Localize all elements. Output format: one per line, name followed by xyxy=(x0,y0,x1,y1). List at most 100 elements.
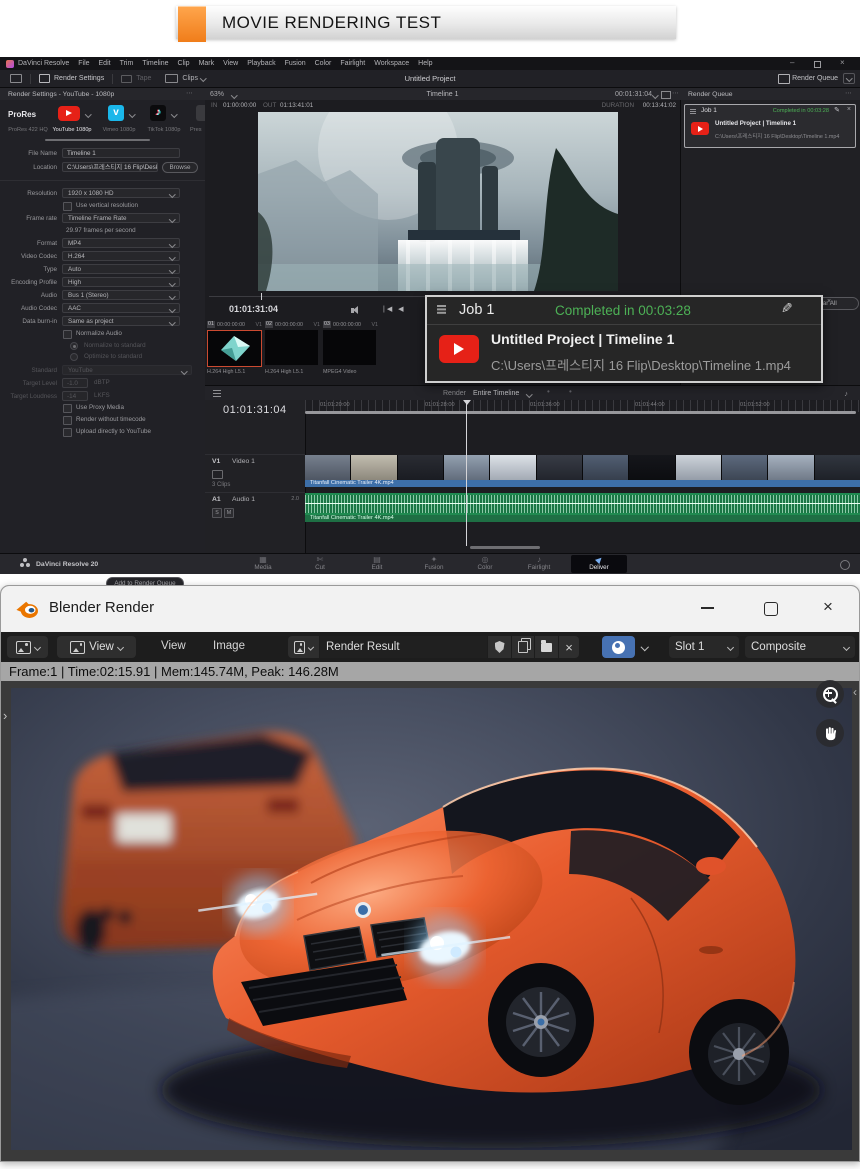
clear-all-x-icon[interactable]: × xyxy=(827,298,831,305)
optimize-standard-radio[interactable] xyxy=(70,353,78,361)
viewer-video-frame[interactable] xyxy=(258,112,618,291)
panel-toggle-chevron[interactable] xyxy=(843,73,855,84)
viewer-timeline-name[interactable]: Timeline 1 xyxy=(205,91,680,98)
preset-scrollbar[interactable] xyxy=(45,139,150,141)
transport-controls[interactable]: |◀ ◀ xyxy=(383,305,406,313)
timeline-options-icon[interactable] xyxy=(213,390,221,391)
menu-clip[interactable]: Clip xyxy=(178,60,190,67)
audio-clip-waveform[interactable] xyxy=(305,493,860,515)
tab-media[interactable]: ▦Media xyxy=(236,555,290,571)
menu-mark[interactable]: Mark xyxy=(199,60,215,67)
slot-dropdown[interactable]: Slot 1 xyxy=(669,636,739,658)
blender-close-icon[interactable]: × xyxy=(823,597,833,617)
clip-card-1[interactable]: 01 00:00:00:00 V1 H.264 High L5.1 xyxy=(207,321,262,377)
track-v1-id[interactable]: V1 xyxy=(212,458,220,465)
menu-image[interactable]: Image xyxy=(213,640,245,652)
video-codec-select[interactable]: H.264 xyxy=(62,251,180,261)
tab-deliver[interactable]: ▶Deliver xyxy=(571,555,627,573)
menu-workspace[interactable]: Workspace xyxy=(374,60,409,67)
job-edit-pencil-icon[interactable]: ✎ xyxy=(834,106,840,114)
video-clip-filmstrip[interactable] xyxy=(305,455,860,480)
tab-fusion[interactable]: ✦Fusion xyxy=(407,555,461,571)
menu-edit[interactable]: Edit xyxy=(99,60,111,67)
settings-gear-icon[interactable] xyxy=(840,560,850,570)
timeline-timecode[interactable]: 01:01:31:04 xyxy=(223,404,287,416)
youtube-icon[interactable] xyxy=(58,106,80,121)
tab-edit[interactable]: ▤Edit xyxy=(350,555,404,571)
render-result-image[interactable] xyxy=(11,688,852,1150)
audio-codec-select[interactable]: AAC xyxy=(62,303,180,313)
vertical-resolution-checkbox[interactable] xyxy=(63,202,72,211)
minimize-icon[interactable]: – xyxy=(790,58,794,67)
clip-1-thumbnail[interactable] xyxy=(207,330,262,367)
blender-minimize-icon[interactable] xyxy=(701,607,714,609)
clip-2-thumbnail[interactable] xyxy=(265,330,318,365)
preset-label-vimeo[interactable]: Vimeo 1080p xyxy=(98,127,140,133)
file-name-input[interactable]: Timeline 1 xyxy=(62,148,180,158)
normalize-standard-radio[interactable] xyxy=(70,342,78,350)
tab-cut[interactable]: ✄Cut xyxy=(293,555,347,571)
image-browse-dropdown[interactable] xyxy=(288,636,319,658)
track-a1-name[interactable]: Audio 1 xyxy=(232,496,255,503)
tab-color[interactable]: ◎Color xyxy=(458,555,512,571)
timeline-zoom-bar[interactable] xyxy=(305,411,856,414)
viewer-options-icon[interactable]: ⋯ xyxy=(672,89,679,97)
target-loudness-input[interactable]: -14 xyxy=(62,391,88,401)
preset-prores[interactable]: ProRes xyxy=(8,110,36,119)
timeline-playhead[interactable] xyxy=(466,400,467,546)
preset-label-partial[interactable]: Pres xyxy=(190,127,205,133)
framerate-select[interactable]: Timeline Frame Rate xyxy=(62,213,180,223)
track-v1-name[interactable]: Video 1 xyxy=(232,458,255,465)
resolution-select[interactable]: 1920 x 1080 HD xyxy=(62,188,180,198)
queue-options-icon[interactable]: ⋯ xyxy=(845,89,852,97)
new-image-button[interactable] xyxy=(512,636,534,658)
job-overlay-pencil-icon[interactable]: ✎ xyxy=(781,300,793,317)
track-a1-id[interactable]: A1 xyxy=(212,496,221,503)
vimeo-icon[interactable]: v xyxy=(108,105,124,121)
mixer-music-icon[interactable]: ♪ xyxy=(844,389,848,398)
blender-maximize-icon[interactable] xyxy=(764,602,778,616)
resolve-app-icon[interactable] xyxy=(6,60,14,68)
menu-color[interactable]: Color xyxy=(315,60,332,67)
channels-chevron[interactable] xyxy=(636,636,654,658)
range-marker-dot-2[interactable]: • xyxy=(569,387,572,396)
clip-card-3[interactable]: 03 00:00:00:00 V1 MPEG4 Video xyxy=(323,321,378,377)
menu-playback[interactable]: Playback xyxy=(247,60,275,67)
preset-label-prores[interactable]: ProRes 422 HQ xyxy=(2,127,54,133)
proxy-checkbox[interactable] xyxy=(63,404,72,413)
standard-select[interactable]: YouTube xyxy=(62,365,192,375)
flag-icon[interactable] xyxy=(661,91,671,99)
render-range-dropdown[interactable]: Entire Timeline xyxy=(473,390,519,397)
clip-3-thumbnail[interactable] xyxy=(323,330,376,365)
audio-select[interactable]: Bus 1 (Stereo) xyxy=(62,290,180,300)
encoding-profile-select[interactable]: High xyxy=(62,277,180,287)
track-lock-icon[interactable] xyxy=(212,470,223,479)
target-level-input[interactable]: -1.0 xyxy=(62,378,88,388)
no-timecode-checkbox[interactable] xyxy=(63,416,72,425)
maximize-icon[interactable] xyxy=(814,61,821,68)
audio-clip-label[interactable]: Titanfall Cinematic Trailer 4K.mp4 xyxy=(305,515,860,522)
preset-label-tiktok[interactable]: TikTok 1080p xyxy=(142,127,186,133)
menu-fusion[interactable]: Fusion xyxy=(285,60,306,67)
location-input[interactable]: C:\Users\프레스티지 16 Flip\Desktop xyxy=(62,162,158,172)
zoom-in-button[interactable] xyxy=(816,680,844,708)
viewer-scrub-playhead[interactable] xyxy=(261,293,262,300)
menu-view[interactable]: View xyxy=(161,640,186,652)
settings-options-icon[interactable]: ⋯ xyxy=(186,89,193,97)
display-channels-button[interactable] xyxy=(602,636,635,658)
menu-file[interactable]: File xyxy=(78,60,89,67)
range-marker-dot-1[interactable]: • xyxy=(547,387,550,396)
image-name-field[interactable]: Render Result xyxy=(320,636,487,658)
track-solo-button[interactable]: S xyxy=(212,508,222,518)
menu-help[interactable]: Help xyxy=(418,60,432,67)
burnin-select[interactable]: Same as project xyxy=(62,316,180,326)
normalize-audio-checkbox[interactable] xyxy=(63,330,72,339)
editor-type-dropdown[interactable] xyxy=(7,636,48,658)
menu-view[interactable]: View xyxy=(223,60,238,67)
left-panel-chevron[interactable]: › xyxy=(3,708,7,723)
format-select[interactable]: MP4 xyxy=(62,238,180,248)
track-mute-button[interactable]: M xyxy=(224,508,234,518)
unlink-image-button[interactable]: × xyxy=(559,636,579,658)
type-select[interactable]: Auto xyxy=(62,264,180,274)
menu-app[interactable]: DaVinci Resolve xyxy=(18,60,69,67)
